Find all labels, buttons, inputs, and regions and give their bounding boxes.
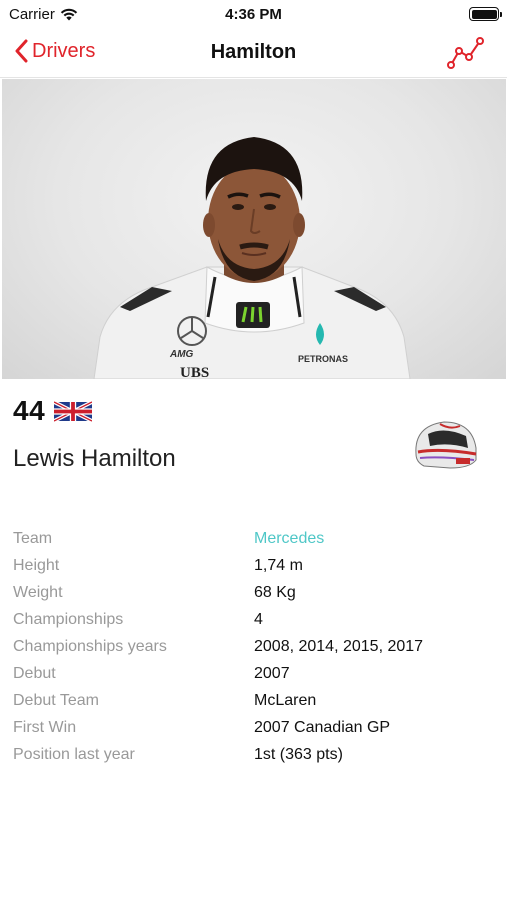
info-label: Position last year <box>13 745 135 763</box>
page-title: Hamilton <box>210 41 297 63</box>
info-label: Weight <box>13 584 63 602</box>
info-label: Team <box>13 530 53 548</box>
info-label: Championships years <box>13 638 167 655</box>
driver-number: 44 <box>13 395 46 426</box>
info-value: McLaren <box>254 691 317 709</box>
team-link[interactable]: Mercedes <box>254 530 324 548</box>
stats-chart-button[interactable] <box>447 36 485 70</box>
battery-icon <box>469 7 502 21</box>
hero-sponsor-ubs: UBS <box>180 365 209 379</box>
info-row-championships: Championships 4 <box>13 607 493 634</box>
line-chart-icon <box>447 37 484 69</box>
info-row-position-last-year: Position last year 1st (363 pts) <box>13 741 493 768</box>
info-label: Debut <box>13 664 56 682</box>
info-row-weight: Weight 68 Kg <box>13 580 493 607</box>
driver-number-row: 44 <box>13 395 93 427</box>
info-label: Championships <box>13 611 124 629</box>
helmet-icon <box>415 421 477 469</box>
driver-info-table: Team Mercedes Height 1,74 m Weight 68 Kg… <box>13 526 493 768</box>
info-row-championship-years: Championships years 2008, 2014, 2015, 20… <box>13 634 493 661</box>
info-row-team: Team Mercedes <box>13 526 493 553</box>
info-label: Debut Team <box>13 691 99 709</box>
info-value: 2007 <box>254 664 290 682</box>
info-row-debut: Debut 2007 <box>13 660 493 687</box>
info-value: 4 <box>254 611 263 629</box>
status-time: 4:36 PM <box>225 6 282 23</box>
navigation-bar: Drivers Hamilton <box>0 28 507 78</box>
info-label: First Win <box>13 718 77 736</box>
hero-sponsor-petronas: PETRONAS <box>298 354 348 364</box>
driver-photo: PETRONAS AMG UBS <box>2 79 506 379</box>
info-row-height: Height 1,74 m <box>13 553 493 580</box>
info-value: 68 Kg <box>254 584 296 602</box>
status-bar: Carrier 4:36 PM <box>0 0 507 28</box>
info-value: 1,74 m <box>254 557 303 575</box>
info-row-first-win: First Win 2007 Canadian GP <box>13 714 493 741</box>
uk-flag-icon <box>54 400 93 422</box>
driver-full-name: Lewis Hamilton <box>13 445 176 472</box>
info-value: 1st (363 pts) <box>254 745 343 763</box>
info-row-debut-team: Debut Team McLaren <box>13 687 493 714</box>
hero-sponsor-amg: AMG <box>169 349 194 360</box>
info-label: Height <box>13 557 60 575</box>
info-value: 2007 Canadian GP <box>254 718 391 736</box>
info-value: 2008, 2014, 2015, 2017 <box>254 638 424 655</box>
